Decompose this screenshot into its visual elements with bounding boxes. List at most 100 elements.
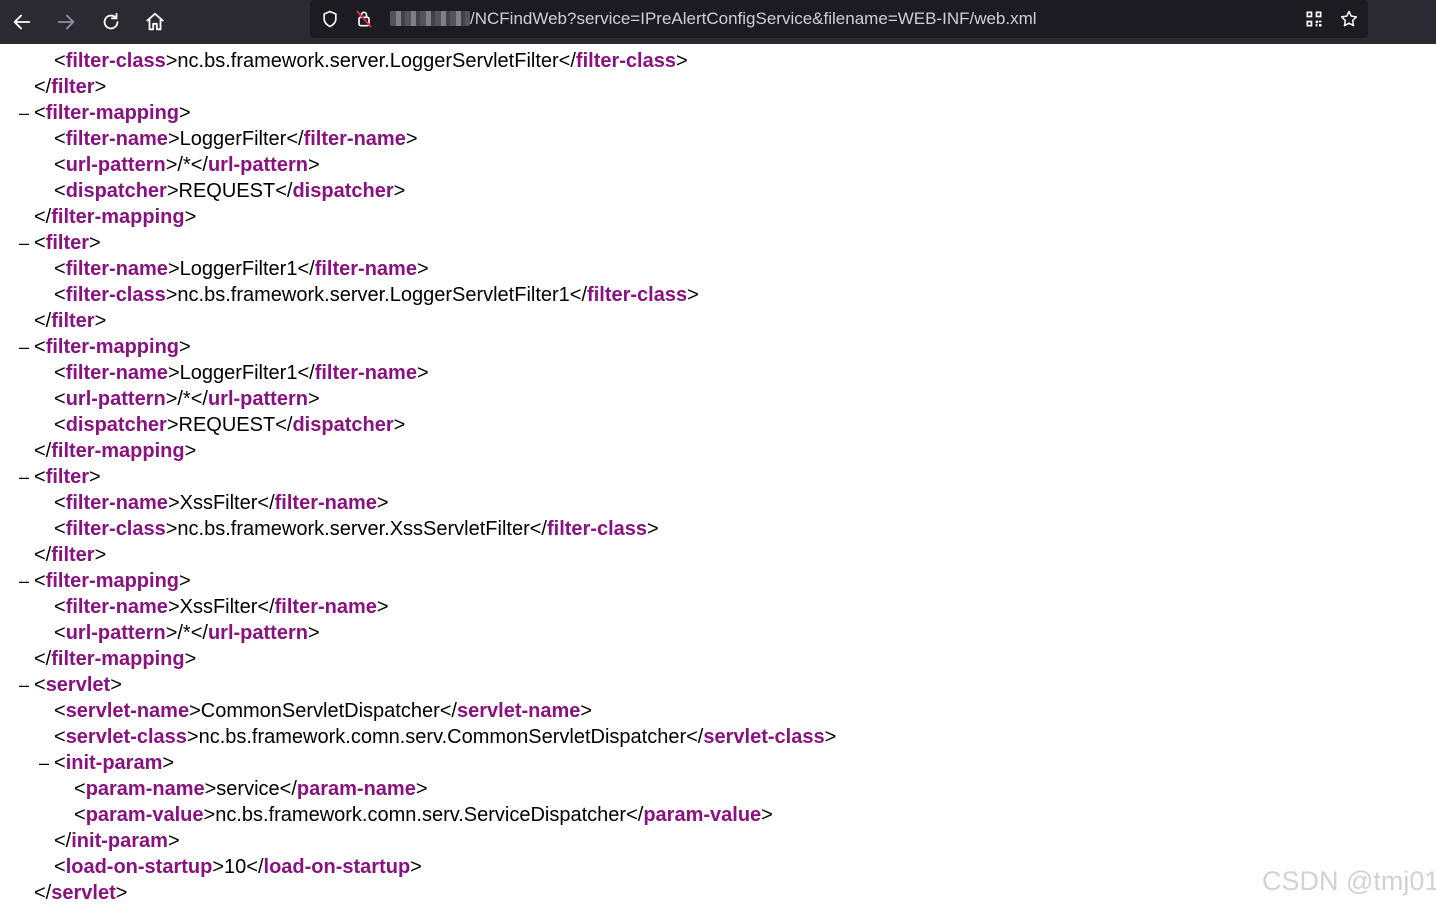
reload-icon	[103, 12, 119, 30]
xml-text: >	[405, 128, 418, 150]
xml-tag-name: servlet-name	[456, 700, 581, 722]
xml-text: >	[376, 596, 389, 618]
xml-tag-name: filter-mapping	[51, 440, 185, 462]
site-security-button[interactable]	[352, 7, 376, 31]
xml-line: </filter-mapping>	[34, 438, 196, 464]
collapse-toggle[interactable]: –	[19, 334, 29, 360]
xml-text: >	[179, 336, 191, 358]
xml-text: </	[34, 544, 52, 566]
collapse-toggle[interactable]: –	[19, 230, 29, 256]
home-button[interactable]	[137, 4, 173, 40]
xml-text: <	[34, 232, 46, 254]
back-button[interactable]	[4, 4, 40, 40]
xml-tag-name: filter	[51, 310, 95, 332]
xml-text: >nc.bs.framework.server.LoggerServletFil…	[165, 284, 588, 306]
collapse-toggle[interactable]: –	[39, 750, 49, 776]
xml-text: >	[179, 102, 191, 124]
collapse-toggle[interactable]: –	[19, 100, 29, 126]
redacted-host	[390, 11, 470, 26]
xml-text: >/*</	[165, 622, 208, 644]
xml-text: >	[115, 882, 128, 904]
xml-tag-name: param-value	[85, 804, 204, 826]
xml-tag-name: param-value	[643, 804, 762, 826]
xml-tag-name: filter-mapping	[51, 648, 185, 670]
xml-tag-name: filter-class	[546, 518, 648, 540]
xml-line: <filter-mapping>	[34, 334, 191, 360]
xml-text: </	[34, 648, 52, 670]
xml-tag-name: dispatcher	[292, 180, 394, 202]
xml-line: <filter-mapping>	[34, 568, 191, 594]
xml-text: <	[54, 154, 66, 176]
xml-text: >	[110, 674, 122, 696]
xml-tag-name: filter-name	[274, 596, 377, 618]
address-bar[interactable]: /NCFindWeb?service=IPreAlertConfigServic…	[310, 0, 1368, 38]
xml-tag-name: filter-class	[575, 50, 676, 72]
xml-tag-name: filter-name	[65, 492, 168, 514]
xml-tag-name: filter	[45, 466, 90, 488]
xml-text: <	[34, 674, 46, 696]
collapse-toggle[interactable]: –	[19, 568, 29, 594]
xml-text: </	[34, 882, 52, 904]
xml-tag-name: load-on-startup	[65, 856, 213, 878]
xml-tag-name: load-on-startup	[263, 856, 411, 878]
xml-text: >	[415, 778, 428, 800]
home-icon	[146, 12, 164, 31]
xml-line: <filter-name>XssFilter</filter-name>	[54, 490, 389, 516]
xml-line: <filter-class>nc.bs.framework.server.Xss…	[54, 516, 659, 542]
xml-text: >10</	[212, 856, 264, 878]
xml-text: <	[54, 388, 66, 410]
xml-tag-name: init-param	[71, 830, 168, 852]
xml-tag-name: dispatcher	[65, 414, 167, 436]
reload-button[interactable]	[93, 4, 129, 40]
shield-icon	[323, 10, 337, 28]
xml-line: <url-pattern>/*</url-pattern>	[54, 152, 320, 178]
bookmark-button[interactable]	[1337, 7, 1361, 31]
xml-text: </	[34, 76, 52, 98]
xml-tag-name: filter	[51, 544, 95, 566]
xml-tag-name: url-pattern	[207, 622, 308, 644]
forward-arrow-icon	[57, 14, 75, 30]
xml-text: >CommonServletDispatcher</	[189, 700, 457, 722]
xml-tag-name: url-pattern	[65, 622, 166, 644]
xml-text: <	[54, 284, 66, 306]
xml-text: <	[34, 336, 46, 358]
lock-crossed-icon	[356, 10, 372, 28]
forward-button[interactable]	[48, 4, 84, 40]
xml-text: <	[54, 414, 66, 436]
xml-text: >	[89, 466, 101, 488]
xml-text: <	[54, 726, 66, 748]
xml-line: </filter>	[34, 74, 106, 100]
qr-code-icon	[1306, 11, 1322, 27]
qr-code-button[interactable]	[1302, 7, 1326, 31]
xml-tag-name: filter-mapping	[45, 570, 180, 592]
xml-tag-name: filter-mapping	[51, 206, 185, 228]
watermark: CSDN @tmj01	[1262, 866, 1436, 896]
xml-text: >LoggerFilter1</	[167, 362, 315, 384]
xml-text: <	[54, 362, 66, 384]
xml-text: >	[162, 752, 175, 774]
xml-tag-name: filter-name	[314, 258, 417, 280]
xml-text: >	[580, 700, 593, 722]
xml-text: >	[416, 362, 429, 384]
xml-text: >	[94, 310, 107, 332]
bookmark-star-icon	[1340, 10, 1358, 27]
xml-tag-name: filter-class	[65, 50, 166, 72]
xml-text: <	[54, 128, 66, 150]
xml-line: <filter-name>LoggerFilter1</filter-name>	[54, 360, 429, 386]
xml-text: >REQUEST</	[166, 414, 293, 436]
xml-tag-name: filter-name	[303, 128, 406, 150]
url-text[interactable]: /NCFindWeb?service=IPreAlertConfigServic…	[470, 9, 1037, 29]
xml-tag-name: filter-class	[587, 284, 688, 306]
xml-tag-name: filter-mapping	[45, 102, 180, 124]
tracking-protection-button[interactable]	[318, 7, 342, 31]
xml-tag-name: filter-name	[65, 596, 168, 618]
collapse-toggle[interactable]: –	[19, 672, 29, 698]
xml-line: <param-name>service</param-name>	[74, 776, 428, 802]
xml-document-viewer: <filter-class>nc.bs.framework.server.Log…	[0, 44, 1436, 908]
xml-text: >	[184, 440, 197, 462]
xml-text: >	[761, 804, 773, 826]
xml-line: </servlet>	[34, 880, 127, 906]
xml-text: >	[410, 856, 422, 878]
xml-text: >	[89, 232, 101, 254]
collapse-toggle[interactable]: –	[19, 464, 29, 490]
